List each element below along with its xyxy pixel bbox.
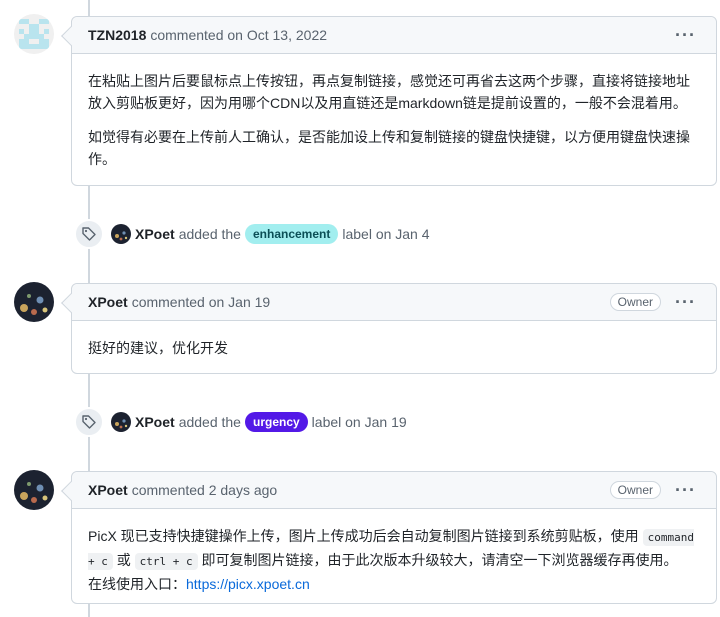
kebab-horizontal-icon[interactable]: ··· — [671, 293, 700, 311]
event-suffix: label on Jan 19 — [311, 414, 407, 430]
comment-header: TZN2018 commented on Oct 13, 2022 ··· — [61, 17, 716, 54]
comment-timestamp[interactable]: commented 2 days ago — [132, 482, 278, 498]
comment-paragraph: PicX 现已支持快捷键操作上传，图片上传成功后会自动复制图片链接到系统剪贴板，… — [88, 525, 700, 595]
event-actor[interactable]: XPoet — [135, 414, 175, 430]
avatar-tzn2018[interactable] — [14, 14, 54, 54]
comment-timestamp[interactable]: commented on Jan 19 — [132, 294, 271, 310]
comment-text: 或 — [116, 552, 131, 568]
avatar-xpoet[interactable] — [111, 224, 131, 244]
comment-paragraph: 在粘贴上图片后要鼠标点上传按钮，再点复制链接，感觉还可再省去这两个步骤，直接将链… — [88, 73, 690, 111]
comment-card-3: XPoet commented 2 days ago Owner ··· Pic… — [61, 471, 717, 604]
comment-text: 即可复制图片链接，由于此次版本升级较大，请清空一下浏览器缓存再使用。 — [201, 552, 678, 568]
owner-badge: Owner — [609, 293, 662, 311]
timeline-event-label-urgency: XPoet added the urgency label on Jan 19 — [74, 407, 407, 437]
comment-timestamp[interactable]: commented on Oct 13, 2022 — [150, 27, 327, 43]
event-actor[interactable]: XPoet — [135, 226, 175, 242]
caret — [61, 481, 81, 501]
inline-code: ctrl + c — [134, 553, 198, 570]
comment-card-2: XPoet commented on Jan 19 Owner ··· 挺好的建… — [61, 283, 717, 375]
avatar-xpoet[interactable] — [14, 470, 54, 510]
comment-paragraph: 如觉得有必要在上传前人工确认，是否能加设上传和复制链接的键盘快捷键，以方便用键盘… — [88, 129, 690, 167]
comment-author[interactable]: TZN2018 — [88, 27, 146, 43]
comment-card-1: TZN2018 commented on Oct 13, 2022 ··· 在粘… — [61, 16, 717, 186]
comment-body: 在粘贴上图片后要鼠标点上传按钮，再点复制链接，感觉还可再省去这两个步骤，直接将链… — [72, 54, 716, 186]
comment-header: XPoet commented 2 days ago Owner ··· — [61, 472, 716, 509]
picx-link[interactable]: https://picx.xpoet.cn — [186, 576, 310, 592]
avatar-xpoet[interactable] — [14, 282, 54, 322]
label-enhancement[interactable]: enhancement — [244, 224, 339, 244]
comment-author[interactable]: XPoet — [88, 294, 128, 310]
kebab-horizontal-icon[interactable]: ··· — [671, 26, 700, 44]
owner-badge: Owner — [609, 481, 662, 499]
event-action: added the — [178, 226, 241, 242]
comment-body: PicX 现已支持快捷键操作上传，图片上传成功后会自动复制图片链接到系统剪贴板，… — [72, 509, 716, 611]
kebab-horizontal-icon[interactable]: ··· — [671, 481, 700, 499]
tag-icon — [74, 219, 104, 249]
comment-text: PicX 现已支持快捷键操作上传，图片上传成功后会自动复制图片链接到系统剪贴板，… — [88, 528, 639, 544]
event-suffix: label on Jan 4 — [342, 226, 430, 242]
tag-icon — [74, 407, 104, 437]
avatar-xpoet[interactable] — [111, 412, 131, 432]
event-action: added the — [178, 414, 241, 430]
comment-header: XPoet commented on Jan 19 Owner ··· — [61, 284, 716, 321]
comment-text: 在线使用入口： — [88, 576, 186, 592]
comment-body: 挺好的建议，优化开发 — [72, 321, 716, 375]
comment-paragraph: 挺好的建议，优化开发 — [88, 340, 228, 356]
label-urgency[interactable]: urgency — [244, 412, 308, 432]
timeline-event-label-enhancement: XPoet added the enhancement label on Jan… — [74, 219, 430, 249]
caret — [61, 293, 81, 313]
caret — [61, 26, 81, 46]
comment-author[interactable]: XPoet — [88, 482, 128, 498]
